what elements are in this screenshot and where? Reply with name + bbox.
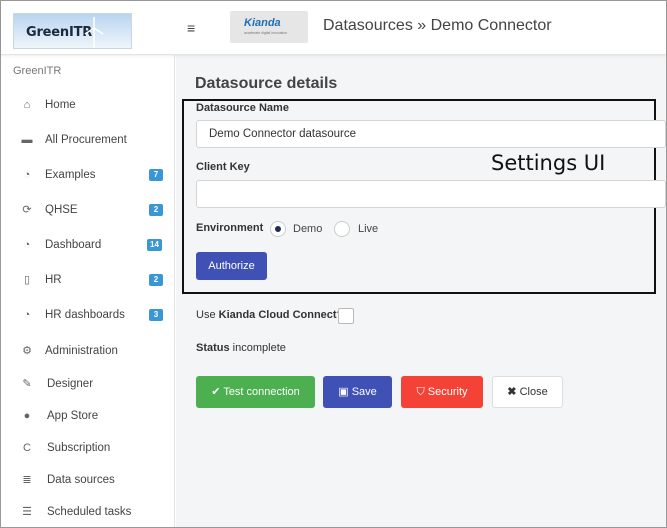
- hamburger-menu-icon[interactable]: ≡: [187, 20, 195, 36]
- sidebar-item-label: QHSE: [45, 204, 78, 216]
- close-icon: ✖: [507, 386, 517, 398]
- status-label: Status: [196, 342, 230, 354]
- tasks-icon: ☰: [22, 506, 32, 518]
- environment-label: Environment: [196, 222, 264, 234]
- count-badge: 3: [149, 309, 163, 321]
- sidebar-item-dashboard[interactable]: ◔ Dashboard 14: [1, 231, 175, 261]
- close-button[interactable]: ✖ Close: [492, 376, 563, 408]
- security-button[interactable]: ⛉ Security: [401, 376, 483, 408]
- sidebar-item-hr[interactable]: ▯ HR 2: [1, 266, 175, 296]
- save-label: Save: [351, 386, 377, 398]
- environment-live-label: Live: [358, 223, 379, 235]
- count-badge: 2: [149, 204, 163, 216]
- sidebar: GreenITR ⌂ Home ▬ All Procurement ◔ Exam…: [1, 55, 175, 527]
- sidebar-item-label: Designer: [47, 378, 94, 390]
- gear-icon: ⚙: [22, 345, 32, 357]
- globe-icon: ●: [23, 410, 31, 422]
- authorize-button[interactable]: Authorize: [196, 252, 267, 280]
- check-icon: ✔: [211, 386, 221, 398]
- sidebar-item-scheduled-tasks[interactable]: ☰ Scheduled tasks: [1, 498, 175, 528]
- sidebar-item-label: HR: [45, 274, 62, 286]
- wind-turbine-icon: [84, 17, 104, 48]
- client-key-label: Client Key: [196, 161, 250, 173]
- sidebar-item-home[interactable]: ⌂ Home: [1, 91, 175, 121]
- cloud-connect-name: Kianda Cloud Connect?: [218, 309, 344, 321]
- gauge-icon: ◔: [23, 169, 31, 181]
- count-badge: 2: [149, 274, 163, 286]
- environment-live-radio[interactable]: [334, 221, 350, 237]
- security-label: Security: [427, 386, 468, 398]
- save-button[interactable]: ▣ Save: [323, 376, 392, 408]
- sidebar-item-label: Subscription: [47, 442, 111, 454]
- kianda-brand-logo[interactable]: Kianda accelerate digital innovation: [230, 11, 308, 43]
- cloud-connect-label: Use Kianda Cloud Connect?: [196, 309, 343, 321]
- datasource-name-input[interactable]: [196, 120, 666, 148]
- datasource-name-label: Datasource Name: [196, 102, 289, 114]
- sidebar-item-hr-dashboards[interactable]: ◔ HR dashboards 3: [1, 301, 175, 331]
- status-value: incomplete: [229, 342, 286, 354]
- sidebar-item-label: Scheduled tasks: [47, 506, 132, 518]
- home-icon: ⌂: [23, 99, 31, 111]
- brand-tagline: accelerate digital innovation: [244, 31, 288, 35]
- sidebar-item-app-store[interactable]: ● App Store: [1, 402, 175, 432]
- sidebar-item-label: Administration: [45, 345, 118, 357]
- copyright-icon: C: [23, 442, 31, 454]
- sidebar-item-label: Examples: [45, 169, 96, 181]
- environment-demo-radio[interactable]: [270, 221, 286, 237]
- sidebar-header: GreenITR: [13, 65, 62, 77]
- sidebar-item-label: App Store: [47, 410, 99, 422]
- count-badge: 14: [147, 239, 162, 251]
- cloud-connect-prefix: Use: [196, 309, 219, 321]
- app-logo[interactable]: GreenITR: [13, 13, 132, 49]
- settings-ui-annotation: Settings UI: [491, 151, 606, 175]
- main-content: Datasource details Settings UI Datasourc…: [176, 55, 666, 527]
- gauge-icon: ◔: [23, 239, 31, 251]
- sidebar-item-subscription[interactable]: C Subscription: [1, 434, 175, 464]
- brand-name: Kianda: [244, 17, 281, 29]
- top-bar: GreenITR ≡ Kianda accelerate digital inn…: [1, 1, 666, 55]
- count-badge: 7: [149, 169, 163, 181]
- environment-demo-label: Demo: [293, 223, 323, 235]
- close-label: Close: [519, 386, 548, 398]
- test-connection-label: Test connection: [223, 386, 300, 398]
- sidebar-item-designer[interactable]: ✎ Designer: [1, 370, 175, 400]
- cloud-connect-checkbox[interactable]: [338, 308, 354, 324]
- database-icon: ≣: [22, 474, 32, 486]
- status-text: Status incomplete: [196, 342, 286, 354]
- cart-icon: ▬: [21, 134, 33, 146]
- sidebar-item-all-procurement[interactable]: ▬ All Procurement: [1, 126, 175, 156]
- gauge-icon: ◔: [23, 309, 31, 321]
- sidebar-item-label: HR dashboards: [45, 309, 125, 321]
- floppy-disk-icon: ▣: [338, 386, 349, 398]
- edit-icon: ✎: [22, 378, 32, 390]
- refresh-icon: ⟳: [22, 204, 32, 216]
- sidebar-item-label: All Procurement: [45, 134, 127, 146]
- clipboard-icon: ▯: [23, 274, 31, 286]
- sidebar-item-label: Data sources: [47, 474, 115, 486]
- sidebar-item-administration[interactable]: ⚙ Administration: [1, 337, 175, 367]
- sidebar-item-label: Home: [45, 99, 76, 111]
- client-key-input[interactable]: [196, 180, 666, 208]
- sidebar-item-examples[interactable]: ◔ Examples 7: [1, 161, 175, 191]
- sidebar-item-data-sources[interactable]: ≣ Data sources: [1, 466, 175, 496]
- page-title: Datasources » Demo Connector: [323, 17, 552, 34]
- shield-icon: ⛉: [416, 386, 425, 398]
- sidebar-item-qhse[interactable]: ⟳ QHSE 2: [1, 196, 175, 226]
- section-title: Datasource details: [195, 75, 338, 92]
- sidebar-item-label: Dashboard: [45, 239, 102, 251]
- test-connection-button[interactable]: ✔ Test connection: [196, 376, 315, 408]
